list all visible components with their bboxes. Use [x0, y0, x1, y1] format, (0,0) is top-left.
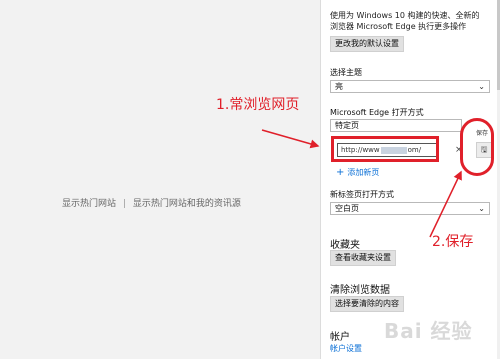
annotation-arrows — [261, 129, 462, 238]
arrow-to-url — [261, 129, 320, 149]
arrow-to-save — [429, 170, 462, 238]
